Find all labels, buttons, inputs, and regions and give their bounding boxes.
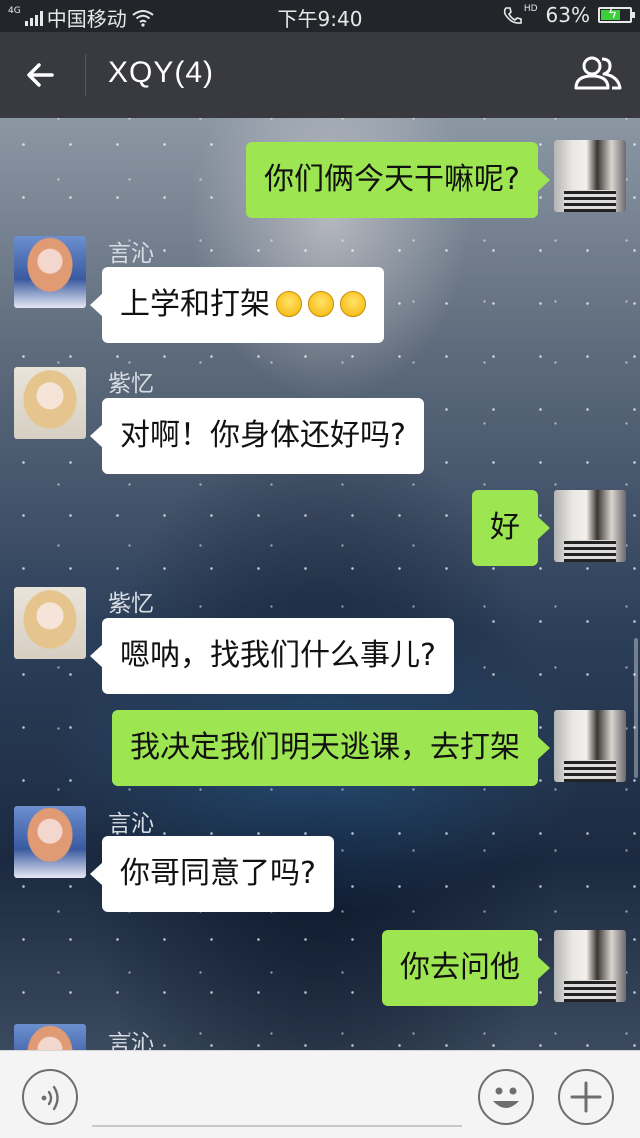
plus-icon <box>570 1081 602 1113</box>
input-bar <box>0 1050 640 1138</box>
message-bubble-outgoing[interactable]: 你去问他 <box>382 930 550 1006</box>
my-avatar[interactable] <box>554 930 626 1002</box>
sender-name: 紫忆 <box>108 591 154 617</box>
message-bubble-outgoing[interactable]: 好 <box>472 490 550 566</box>
message-text: 上学和打架 <box>120 287 270 322</box>
hd-label: HD <box>523 4 538 14</box>
sender-avatar[interactable] <box>14 1024 86 1050</box>
smile-emoji-icon <box>340 290 366 317</box>
message-text: 好 <box>490 510 520 545</box>
message-bubble-incoming[interactable]: 上学和打架 <box>90 267 384 343</box>
message-text: 嗯呐，找我们什么事儿? <box>120 638 436 673</box>
sender-avatar[interactable] <box>14 236 86 308</box>
sender-avatar[interactable] <box>14 806 86 878</box>
message-text: 对啊！你身体还好吗? <box>120 418 406 453</box>
header-divider <box>85 54 86 96</box>
my-avatar[interactable] <box>554 140 626 212</box>
message-text: 你们俩今天干嘛呢? <box>264 162 520 197</box>
sender-avatar[interactable] <box>14 367 86 439</box>
back-arrow-icon[interactable] <box>22 54 64 96</box>
chat-scrollbar[interactable] <box>634 638 638 778</box>
sender-avatar[interactable] <box>14 587 86 659</box>
message-bubble-outgoing[interactable]: 我决定我们明天逃课，去打架 <box>112 710 550 786</box>
emoji-icon <box>493 1087 519 1108</box>
message-text: 我决定我们明天逃课，去打架 <box>130 730 520 765</box>
message-input[interactable] <box>92 1071 462 1127</box>
chat-title: XQY(4) <box>108 56 215 89</box>
message-bubble-incoming[interactable]: 嗯呐，找我们什么事儿? <box>90 618 454 694</box>
smile-emoji-icon <box>308 290 334 317</box>
message-bubble-outgoing[interactable]: 你们俩今天干嘛呢? <box>246 142 550 218</box>
message-text: 你哥同意了吗? <box>120 856 316 891</box>
sender-name: 言沁 <box>108 811 154 837</box>
sender-name: 紫忆 <box>108 371 154 397</box>
voice-button[interactable] <box>22 1069 78 1125</box>
call-hd-icon <box>503 7 522 24</box>
chat-header: XQY(4) <box>0 32 640 118</box>
sender-name: 言沁 <box>108 241 154 267</box>
message-text: 你去问他 <box>400 950 520 985</box>
my-avatar[interactable] <box>554 710 626 782</box>
sender-name: 言沁 <box>108 1031 154 1050</box>
status-bar: 4G 中国移动 下午9:40 HD 63% ϟ <box>0 0 640 32</box>
battery-charging-icon: ϟ <box>598 6 635 23</box>
emoji-button[interactable] <box>478 1069 534 1125</box>
more-button[interactable] <box>558 1069 614 1125</box>
voice-icon <box>41 1085 59 1111</box>
my-avatar[interactable] <box>554 490 626 562</box>
chat-message-area[interactable]: 你们俩今天干嘛呢? 言沁 上学和打架 紫忆 对啊！你身体还好吗? 好 紫忆 嗯呐… <box>0 118 640 1050</box>
smile-emoji-icon <box>276 290 302 317</box>
group-members-icon[interactable] <box>572 54 624 96</box>
message-bubble-incoming[interactable]: 对啊！你身体还好吗? <box>90 398 424 474</box>
message-bubble-incoming[interactable]: 你哥同意了吗? <box>90 836 334 912</box>
battery-percent: 63% <box>545 3 590 27</box>
